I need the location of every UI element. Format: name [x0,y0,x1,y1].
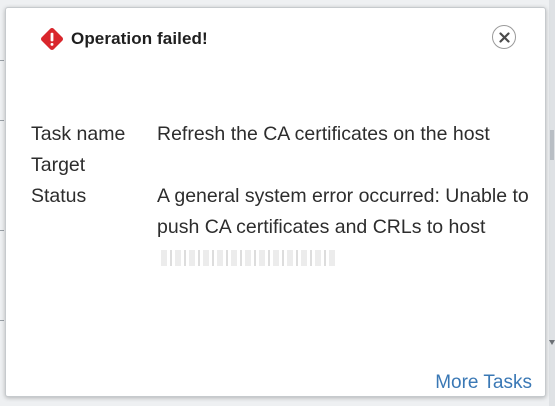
dialog-header: Operation failed! [39,26,208,52]
operation-failed-dialog: Operation failed! Task name Refresh the … [5,7,546,397]
background-divider [0,230,4,231]
status-label: Status [31,185,87,207]
status-value-container: A general system error occurred: Unable … [157,181,531,274]
redacted-hostname [161,250,335,266]
dialog-title: Operation failed! [71,29,208,48]
close-icon [498,31,510,43]
target-row: Target [31,150,531,181]
more-tasks-link[interactable]: More Tasks [435,372,532,394]
task-name-label: Task name [31,123,126,145]
background-divider [0,120,4,121]
target-value [157,150,531,181]
background-divider [0,60,4,61]
error-diamond-icon [39,26,65,52]
background-divider [0,320,4,321]
status-row: Status A general system error occurred: … [31,181,531,274]
task-details: Task name Refresh the CA certificates on… [31,119,531,274]
target-label: Target [31,154,86,176]
background-scrollbar[interactable] [549,0,555,406]
close-button[interactable] [492,25,516,49]
task-name-value: Refresh the CA certificates on the host [157,123,490,145]
background-scrollbar-thumb[interactable] [550,130,554,160]
task-name-row: Task name Refresh the CA certificates on… [31,119,531,150]
scroll-down-arrow-icon[interactable] [549,340,555,345]
status-value: A general system error occurred: Unable … [157,185,529,238]
